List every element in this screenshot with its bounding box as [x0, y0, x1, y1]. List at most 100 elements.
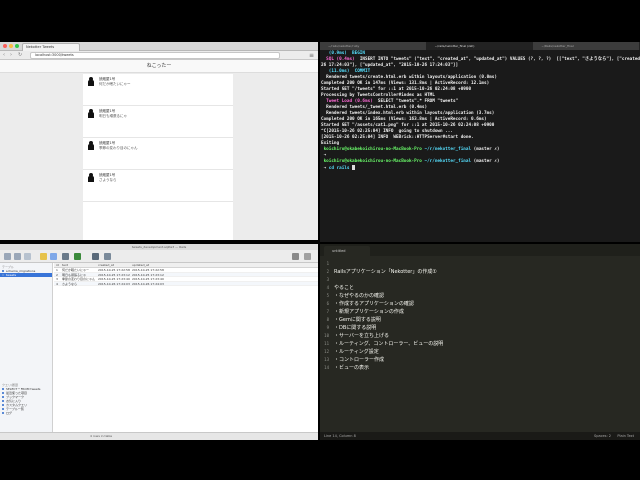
- terminal-text: INSERT INTO "tweets" ("text", "created_a…: [359, 57, 640, 62]
- browser-tabbar: Nekotter Tweets: [0, 42, 318, 51]
- sidebar-table-item[interactable]: tweets: [0, 273, 52, 277]
- table-name: tweets: [6, 273, 17, 277]
- terminal-tab[interactable]: ~/rails/nekotter_final (zsh): [426, 42, 534, 50]
- export-icon[interactable]: [92, 253, 99, 260]
- query-icon[interactable]: [50, 253, 57, 260]
- terminal-text: Completed 200 OK in 165ms (Views: 163.8m…: [321, 117, 487, 122]
- tweet-item[interactable]: 読蔵屋1号 何だか眠たいにゃー: [83, 74, 233, 106]
- line-text: ・なぜやるのかの確認: [334, 293, 385, 299]
- table-info-icon[interactable]: [40, 253, 47, 260]
- editor-line: 10 ・サーバーを立ち上げる: [320, 332, 640, 340]
- db-toolbar: [0, 250, 318, 263]
- editor-tab[interactable]: untitled: [324, 246, 370, 256]
- terminal-text: (master ✗): [471, 159, 500, 164]
- tweet-item[interactable]: 読蔵屋1号 明日も頑張るにゃ: [83, 106, 233, 138]
- terminal-text: Started GET "/assets/cat1.png" for ::1 a…: [321, 123, 495, 128]
- line-number: 6: [326, 301, 329, 306]
- terminal-text: cd rails: [328, 166, 350, 171]
- maximize-icon[interactable]: [15, 44, 19, 48]
- table-row[interactable]: 4 さようなら 2015-10-26 17:24:03 2015-10-26 17:2…: [54, 281, 318, 286]
- db-table-grid[interactable]: id text created_at updated_at 1 何だか眠たいにゃー 201…: [54, 263, 318, 432]
- tweet-item[interactable]: 読蔵屋1号 季節の変わり目のにゃん: [83, 138, 233, 170]
- console-icon[interactable]: [62, 253, 69, 260]
- terminal-text: SELECT "tweets".* FROM "tweets": [372, 99, 459, 104]
- users-icon[interactable]: [292, 253, 299, 260]
- editor-line: 11 ・ルーティング、コントローラー、ビューの説明: [320, 340, 640, 348]
- info-icon[interactable]: [304, 253, 311, 260]
- terminal-text: koichiro@okabekoichirou-no-MacBook-Pro: [321, 159, 425, 164]
- table-cell: 何だか眠たいにゃー: [62, 268, 90, 272]
- terminal-output[interactable]: (0.9ms) BEGIN SQL (0.4ms) INSERT INTO "t…: [320, 50, 640, 172]
- line-text: ・ビューの表示: [334, 365, 370, 371]
- terminal-tab[interactable]: ~/rails/nekotter/ruby: [320, 42, 427, 50]
- refresh-icon[interactable]: [104, 253, 111, 260]
- editor-line: 5 ・なぜやるのかの確認: [320, 292, 640, 300]
- terminal-text: Exiting: [321, 141, 340, 146]
- tweet-item[interactable]: 読蔵屋1号 さようなら: [83, 170, 233, 202]
- content-icon[interactable]: [14, 253, 21, 260]
- table-cell: 4: [56, 281, 58, 286]
- terminal-text: Started GET "/tweets" for ::1 at 2015-10…: [321, 87, 472, 92]
- terminal-text: Completed 200 OK in 147ms (Views: 131.8m…: [321, 81, 490, 86]
- editor-tabbar: untitled: [320, 244, 640, 256]
- editor-text-area[interactable]: 1 2 Railsアプリケーション「Nekotter」の作成① 3 4 やること 5 ・なぜや…: [320, 260, 640, 372]
- terminal-text: ~/r/nekotter_final: [424, 159, 472, 164]
- table-cell: 2015-10-25 17:23:40: [132, 277, 164, 281]
- table-icon: [2, 270, 4, 272]
- line-text: やること: [334, 285, 355, 291]
- minimize-icon[interactable]: [9, 44, 13, 48]
- line-number: 12: [324, 349, 329, 354]
- line-number: 8: [326, 317, 329, 322]
- terminal-text: koichiro@okabekoichirou-no-MacBook-Pro: [321, 147, 425, 152]
- table-cell: 3: [56, 277, 58, 281]
- cat-avatar-icon: [87, 141, 95, 150]
- terminal-text: (master ✗): [471, 147, 500, 152]
- line-text: Railsアプリケーション「Nekotter」の作成①: [334, 269, 437, 275]
- sidebar-query-item[interactable]: ログ: [0, 411, 52, 415]
- reload-icon[interactable]: ↻: [18, 52, 22, 59]
- editor-line: 6 ・作成するアプリケーションの確認: [320, 300, 640, 308]
- table-icon: [2, 274, 4, 276]
- query-item-icon: [2, 404, 4, 406]
- terminal-line: ➜ cd rails: [321, 165, 640, 172]
- cursor-position: Line 14, Column 8: [324, 434, 356, 438]
- avatar-body: [88, 176, 94, 182]
- table-cell: 明日も頑張るにゃ: [62, 272, 87, 277]
- indent-setting[interactable]: Spaces: 2: [594, 432, 611, 440]
- query-item-icon: [2, 412, 4, 414]
- table-cell: 2015-10-25 17:23:40: [98, 277, 130, 281]
- avatar-body: [88, 144, 94, 150]
- terminal-text: SQL (0.4ms): [321, 57, 355, 62]
- terminal-text: ^C[2015-10-26 02:25:04] INFO going to sh…: [321, 129, 453, 134]
- editor-line: 9 ・DBに関する説明: [320, 324, 640, 332]
- terminal-text: Processing by TweetsController#index as …: [321, 93, 435, 98]
- query-item-icon: [2, 388, 4, 390]
- terminal-text: ➜: [321, 166, 329, 171]
- triggers-icon[interactable]: [74, 253, 81, 260]
- terminal-text: Rendered tweets/_tweet.html.erb (0.4ms): [321, 105, 428, 110]
- syntax-mode[interactable]: Plain Text: [617, 432, 634, 440]
- editor-line: 7 ・新規アプリケーションの作成: [320, 308, 640, 316]
- line-text: ・作成するアプリケーションの確認: [334, 301, 414, 307]
- terminal-text: [2015-10-26 02:25:04] INFO WEBrick::HTTP…: [321, 135, 474, 140]
- menu-icon[interactable]: ≡: [309, 52, 314, 59]
- close-icon[interactable]: [3, 44, 7, 48]
- table-cell: 2015-10-25 17:22:58: [98, 268, 130, 272]
- tweet-text: 明日も頑張るにゃ: [99, 114, 127, 118]
- terminal-tabs: ~/rails/nekotter/ruby ~/rails/nekotter_fi…: [320, 42, 640, 50]
- structure-icon[interactable]: [4, 253, 11, 260]
- terminal-tab[interactable]: ~/Rails/nekotter_final: [533, 42, 640, 50]
- back-icon[interactable]: ‹: [3, 52, 5, 59]
- browser-tab[interactable]: Nekotter Tweets: [22, 43, 80, 51]
- table-cell: 1: [56, 268, 58, 272]
- line-text: ・DBに関する説明: [334, 325, 377, 331]
- query-name: ログ: [6, 411, 13, 415]
- line-number: 4: [326, 285, 329, 290]
- forward-icon[interactable]: ›: [10, 52, 12, 59]
- address-bar[interactable]: localhost:3000/tweets: [30, 52, 280, 59]
- relations-icon[interactable]: [24, 253, 31, 260]
- table-cell: 2: [56, 272, 58, 277]
- page-title[interactable]: ねこったー: [0, 60, 318, 73]
